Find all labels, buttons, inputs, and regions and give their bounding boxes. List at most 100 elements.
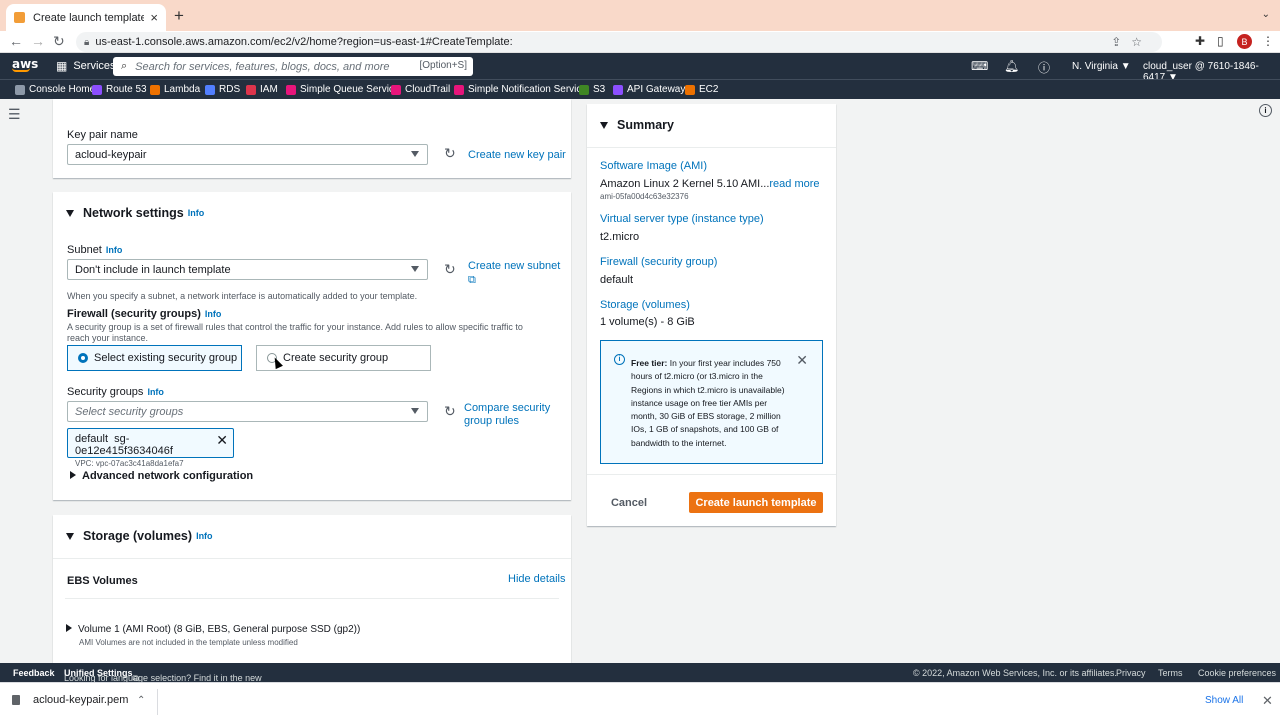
- cancel-button[interactable]: Cancel: [603, 493, 655, 513]
- refresh-icon[interactable]: ↻: [444, 261, 456, 278]
- token-vpc: VPC: vpc-07ac3c41a8da1efa7: [75, 459, 184, 468]
- network-info-link[interactable]: Info: [188, 208, 205, 218]
- services-menu[interactable]: ▦ Services: [56, 59, 116, 73]
- notifications-icon[interactable]: 🔔︎: [1004, 59, 1019, 73]
- radio-create-security-group[interactable]: Create security group: [256, 345, 431, 371]
- search-placeholder: Search for services, features, blogs, do…: [135, 60, 390, 73]
- summary-header[interactable]: Summary: [600, 118, 674, 132]
- option-create-label: Create security group: [283, 352, 389, 364]
- close-icon[interactable]: ✕: [796, 352, 808, 369]
- fav-rds[interactable]: RDS: [205, 84, 240, 95]
- security-groups-select[interactable]: Select security groups: [67, 401, 428, 422]
- fav-cloudtrail[interactable]: CloudTrail: [391, 84, 450, 95]
- radio-existing-security-group[interactable]: Select existing security group: [67, 345, 242, 371]
- cookie-preferences-link[interactable]: Cookie preferences: [1198, 668, 1276, 678]
- subnet-help: When you specify a subnet, a network int…: [67, 291, 418, 301]
- compare-rules-link[interactable]: Compare security group rules: [464, 402, 554, 428]
- sg-info-link[interactable]: Info: [147, 387, 164, 397]
- region-selector[interactable]: N. Virginia ▼: [1072, 61, 1131, 72]
- download-filename: acloud-keypair.pem: [33, 694, 129, 706]
- feedback-link[interactable]: Feedback: [13, 668, 55, 678]
- iam-icon: [246, 84, 256, 95]
- tab-title: Create launch template | EC2 M: [33, 11, 145, 24]
- share-bookmark-icons[interactable]: ⇪☆: [1111, 35, 1152, 49]
- search-shortcut: [Option+S]: [419, 60, 467, 71]
- url-bar[interactable]: 🔒︎ us-east-1.console.aws.amazon.com/ec2/…: [76, 32, 1162, 52]
- divider: [587, 474, 836, 475]
- key-pair-panel: Key pair name acloud-keypair ↻ Create ne…: [53, 99, 571, 178]
- network-settings-header[interactable]: Network settings Info: [66, 206, 204, 220]
- close-icon[interactable]: ✕: [1262, 693, 1273, 709]
- browser-tab[interactable]: Create launch template | EC2 M ×: [6, 4, 166, 31]
- fav-ec2[interactable]: EC2: [685, 84, 718, 95]
- firewall-summary-label[interactable]: Firewall (security group): [600, 256, 717, 268]
- cloudshell-icon[interactable]: ⌨: [971, 59, 988, 73]
- close-tab-icon[interactable]: ×: [150, 10, 158, 25]
- subnet-select[interactable]: Don't include in launch template: [67, 259, 428, 280]
- storage-header[interactable]: Storage (volumes) Info: [66, 529, 213, 543]
- reload-icon[interactable]: ↻: [53, 33, 65, 50]
- fav-iam[interactable]: IAM: [246, 84, 278, 95]
- instance-type-label[interactable]: Virtual server type (instance type): [600, 213, 764, 225]
- key-pair-select[interactable]: acloud-keypair: [67, 144, 428, 165]
- fav-sqs[interactable]: Simple Queue Service: [286, 84, 400, 95]
- copyright: © 2022, Amazon Web Services, Inc. or its…: [913, 668, 1117, 678]
- rds-icon: [205, 84, 215, 95]
- back-icon[interactable]: ←: [9, 33, 23, 49]
- free-tier-alert: i Free tier: In your first year includes…: [600, 340, 823, 464]
- caret-down-icon: [411, 266, 419, 272]
- chevron-up-icon[interactable]: ⌃: [137, 695, 145, 706]
- fav-s3[interactable]: S3: [579, 84, 605, 95]
- browser-menu-icon[interactable]: ⋮: [1262, 34, 1274, 48]
- create-key-pair-link[interactable]: Create new key pair: [468, 149, 566, 161]
- info-panel-icon[interactable]: i: [1259, 104, 1272, 117]
- profile-avatar[interactable]: B: [1237, 34, 1252, 49]
- storage-summary-label[interactable]: Storage (volumes): [600, 299, 690, 311]
- url-text: us-east-1.console.aws.amazon.com/ec2/v2/…: [95, 36, 513, 48]
- hamburger-menu-icon[interactable]: ☰: [8, 106, 21, 123]
- tab-menu-chevron-icon[interactable]: ⌄: [1262, 9, 1270, 20]
- storage-info-link[interactable]: Info: [196, 531, 213, 541]
- fav-console-home[interactable]: Console Home: [15, 84, 95, 95]
- forward-icon[interactable]: →: [31, 33, 45, 49]
- fav-route53[interactable]: Route 53: [92, 84, 147, 95]
- subnet-label-row: Subnet Info: [67, 244, 122, 256]
- sidepanel-icon[interactable]: ▯: [1217, 34, 1224, 48]
- refresh-icon[interactable]: ↻: [444, 145, 456, 162]
- show-all-button[interactable]: Show All: [1205, 695, 1243, 706]
- privacy-link[interactable]: Privacy: [1116, 668, 1146, 678]
- new-tab-icon[interactable]: +: [174, 6, 184, 26]
- remove-token-icon[interactable]: ✕: [216, 432, 228, 449]
- external-link-icon[interactable]: ⧉: [468, 274, 476, 287]
- download-item[interactable]: acloud-keypair.pem: [12, 694, 128, 706]
- divider: [65, 598, 559, 599]
- firewall-label: Firewall (security groups): [67, 308, 201, 320]
- create-launch-template-button[interactable]: Create launch template: [689, 492, 823, 513]
- key-pair-label: Key pair name: [67, 129, 138, 141]
- sns-icon: [454, 84, 464, 95]
- storage-panel: Storage (volumes) Info EBS Volumes Hide …: [53, 515, 571, 663]
- advanced-network-toggle[interactable]: Advanced network configuration: [70, 470, 253, 482]
- refresh-icon[interactable]: ↻: [444, 403, 456, 420]
- grid-icon: ▦: [56, 59, 68, 73]
- hide-details-link[interactable]: Hide details: [508, 573, 565, 585]
- route53-icon: [92, 84, 102, 95]
- aws-search-input[interactable]: ⌕ Search for services, features, blogs, …: [113, 57, 473, 76]
- extensions-icon[interactable]: ✚: [1195, 34, 1205, 48]
- terms-link[interactable]: Terms: [1158, 668, 1183, 678]
- subnet-info-link[interactable]: Info: [106, 245, 123, 255]
- fav-api-gateway[interactable]: API Gateway: [613, 84, 685, 95]
- read-more-link[interactable]: read more: [769, 178, 819, 190]
- firewall-info-link[interactable]: Info: [205, 309, 222, 319]
- console-footer: Feedback Looking for language selection?…: [0, 663, 1280, 683]
- subnet-label: Subnet: [67, 244, 102, 256]
- help-icon[interactable]: ⓘ: [1038, 59, 1050, 76]
- storage-title: Storage (volumes): [83, 529, 193, 543]
- fav-sns[interactable]: Simple Notification Service: [454, 84, 587, 95]
- create-subnet-link[interactable]: Create new subnet: [468, 260, 560, 272]
- volume-1-toggle[interactable]: Volume 1 (AMI Root) (8 GiB, EBS, General…: [66, 624, 360, 635]
- sqs-icon: [286, 84, 296, 95]
- fav-lambda[interactable]: Lambda: [150, 84, 200, 95]
- aws-logo[interactable]: aws: [12, 57, 38, 72]
- ami-label[interactable]: Software Image (AMI): [600, 160, 707, 172]
